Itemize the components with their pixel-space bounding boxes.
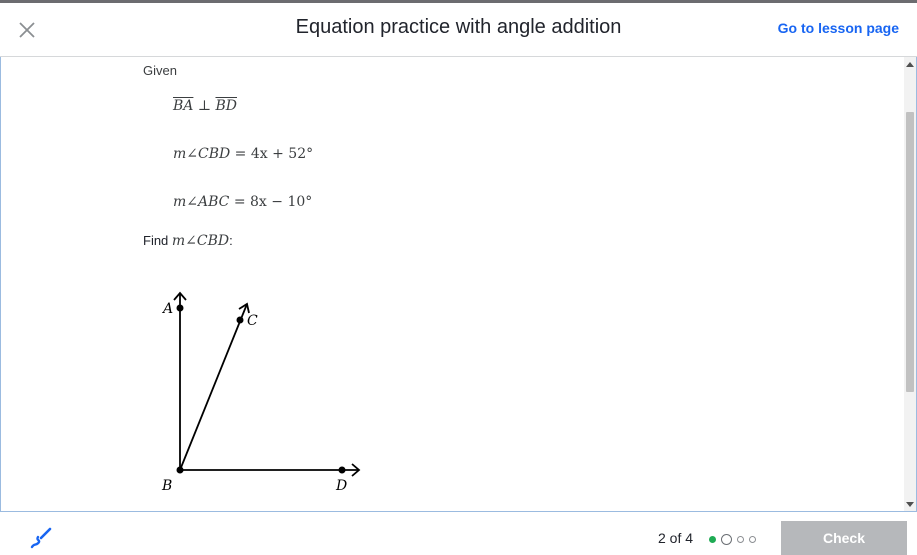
angle-diagram-svg: A C B D (161, 291, 361, 494)
find-prompt: Find m∠CBD: (143, 233, 233, 249)
angle-cbd-rhs: = 4x + 52° (230, 146, 314, 162)
label-b: B (161, 478, 172, 494)
find-colon: : (229, 233, 233, 248)
point-d (338, 466, 346, 474)
angle-diagram: A C B D (151, 285, 381, 500)
perpendicular-symbol: ⊥ (193, 98, 216, 114)
segment-bd: BD (215, 98, 237, 114)
ray-bc (179, 303, 248, 471)
angle-cbd-lhs: m∠CBD (173, 146, 231, 162)
scratchpad-pencil-icon (30, 527, 52, 549)
label-a: A (161, 301, 173, 317)
progress-dot-current (721, 533, 732, 545)
angle-abc-lhs: m∠ABC (173, 194, 230, 210)
header-bar: Equation practice with angle addition Go… (0, 3, 917, 57)
given-perpendicular-statement: BA ⊥ BD (173, 98, 237, 114)
point-c (236, 316, 244, 324)
point-a (176, 304, 184, 312)
scroll-down-arrow-icon[interactable] (906, 502, 914, 507)
point-b (176, 466, 184, 474)
given-label: Given (143, 63, 177, 78)
progress-counter: 2 of 4 (658, 530, 694, 546)
exercise-content-panel[interactable]: Given BA ⊥ BD m∠CBD = 4x + 52° m∠ABC = 8… (0, 57, 917, 512)
angle-abc-rhs: = 8x − 10° (229, 194, 313, 210)
progress-dot-completed (709, 535, 716, 543)
progress-dot-pending (737, 535, 744, 543)
given-angle-cbd-equation: m∠CBD = 4x + 52° (173, 146, 313, 162)
progress-dot-pending (749, 535, 756, 543)
label-c: C (247, 313, 258, 329)
footer-bar: 2 of 4 Check (0, 512, 917, 555)
go-to-lesson-link[interactable]: Go to lesson page (778, 20, 899, 36)
progress-dots (709, 533, 761, 545)
given-angle-abc-equation: m∠ABC = 8x − 10° (173, 194, 312, 210)
scratchpad-button[interactable] (29, 526, 53, 550)
scroll-up-arrow-icon[interactable] (906, 62, 914, 67)
check-button[interactable]: Check (781, 521, 907, 555)
find-label: Find (143, 233, 172, 248)
find-expression: m∠CBD (171, 233, 230, 249)
segment-ba: BA (173, 98, 194, 114)
vertical-scrollbar[interactable] (904, 57, 916, 511)
scrollbar-thumb[interactable] (906, 112, 914, 392)
label-d: D (335, 478, 347, 494)
